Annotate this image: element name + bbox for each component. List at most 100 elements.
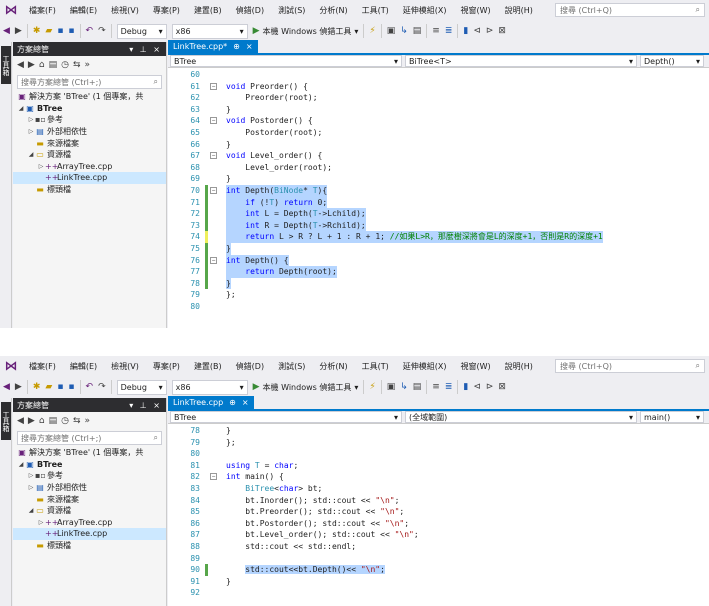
code-line[interactable]: 92 — [168, 587, 709, 599]
open-folder-icon[interactable]: ▰ — [45, 382, 52, 392]
solution-explorer-search[interactable]: 搜尋方案總管 (Ctrl+;) ⌕ — [17, 75, 162, 89]
menu-build[interactable]: 建置(B) — [187, 5, 229, 16]
tree-item-solution[interactable]: ▣ 解決方案 'BTree' (1 個專案，共 — [13, 447, 166, 459]
code-line[interactable]: 74 return L > R ? L + 1 : R + 1; //如果L>R… — [168, 231, 709, 243]
code-line[interactable]: 85 bt.Preorder(); std::cout << "\n"; — [168, 506, 709, 518]
code-line[interactable]: 84 bt.Inorder(); std::cout << "\n"; — [168, 495, 709, 507]
code-line[interactable]: 80 — [168, 448, 709, 460]
code-line[interactable]: 79}; — [168, 437, 709, 449]
tree-item-references[interactable]: ▷ ▪▫ 參考 — [13, 470, 166, 482]
menu-edit[interactable]: 編輯(E) — [63, 361, 104, 372]
chevron-right-icon[interactable]: ▷ — [27, 128, 35, 135]
code-line[interactable]: 78} — [168, 425, 709, 437]
solution-explorer-search[interactable]: 搜尋方案總管 (Ctrl+;) ⌕ — [17, 431, 162, 445]
code-line[interactable]: 62 Preorder(root); — [168, 92, 709, 104]
tree-item-linktree[interactable]: ++ LinkTree.cpp — [13, 528, 166, 540]
document-tab[interactable]: LinkTree.cpp ⊕ × — [168, 396, 254, 409]
new-project-icon[interactable]: ✱ — [33, 26, 41, 36]
menu-test[interactable]: 測試(S) — [271, 5, 312, 16]
clear-bookmarks-icon[interactable]: ⊠ — [498, 382, 506, 392]
tree-item-source-files[interactable]: ▬ 來源檔案 — [13, 493, 166, 505]
undo-icon[interactable]: ↶ — [86, 382, 94, 392]
prev-bookmark-icon[interactable]: ⊲ — [473, 26, 481, 36]
menu-help[interactable]: 說明(H) — [498, 5, 540, 16]
code-line[interactable]: 69} — [168, 173, 709, 185]
undo-icon[interactable]: ↶ — [86, 26, 94, 36]
redo-icon[interactable]: ↷ — [98, 26, 106, 36]
back-icon[interactable]: ◀ — [3, 382, 10, 392]
code-line[interactable]: 87 bt.Level_order(); std::cout << "\n"; — [168, 529, 709, 541]
menu-extensions[interactable]: 延伸模組(X) — [396, 361, 454, 372]
menu-analyze[interactable]: 分析(N) — [312, 5, 354, 16]
tree-item-linktree[interactable]: ++ LinkTree.cpp — [13, 172, 166, 184]
code-line[interactable]: 60 — [168, 69, 709, 81]
code-line[interactable]: 67 − void Level_order() { — [168, 150, 709, 162]
hot-reload-icon[interactable]: ⚡ — [369, 382, 375, 392]
menu-project[interactable]: 專案(P) — [146, 361, 187, 372]
tree-item-solution[interactable]: ▣ 解決方案 'BTree' (1 個專案，共 — [13, 91, 166, 103]
menu-window[interactable]: 視窗(W) — [454, 361, 498, 372]
configuration-select[interactable]: Debug ▾ — [116, 379, 167, 395]
prev-bookmark-icon[interactable]: ⊲ — [473, 382, 481, 392]
menu-analyze[interactable]: 分析(N) — [312, 361, 354, 372]
code-line[interactable]: 89 — [168, 553, 709, 565]
step-icon[interactable]: ↳ — [400, 26, 408, 36]
uncomment-icon[interactable]: ≣ — [445, 382, 453, 392]
pane-controls[interactable]: ▾ ⊥ × — [129, 401, 162, 410]
code-line[interactable]: 91} — [168, 576, 709, 588]
tree-item-external-dependencies[interactable]: ▷ ▤ 外部相依性 — [13, 482, 166, 494]
code-line[interactable]: 88 std::cout << std::endl; — [168, 541, 709, 553]
tree-item-resource-files[interactable]: ◢ ▭ 資源檔 — [13, 505, 166, 517]
visual-studio-logo-icon[interactable]: ⋈ — [0, 356, 22, 376]
bookmark-icon[interactable]: ▮ — [463, 26, 468, 36]
sync-icon[interactable]: ⇆ — [73, 416, 81, 426]
more-icon[interactable]: » — [84, 60, 90, 70]
code-line[interactable]: 73 int R = Depth(T->Rchild); — [168, 219, 709, 232]
code-line[interactable]: 72 int L = Depth(T->Lchild); — [168, 208, 709, 220]
chevron-down-icon[interactable]: ◢ — [17, 105, 25, 112]
code-line[interactable]: 65 Postorder(root); — [168, 127, 709, 139]
comment-icon[interactable]: ≡ — [432, 382, 440, 392]
menu-edit[interactable]: 編輯(E) — [63, 5, 104, 16]
collapse-icon[interactable]: − — [210, 82, 217, 90]
code-line[interactable]: 81 using T = char; — [168, 460, 709, 472]
start-debugging-button[interactable]: ▶ 本機 Windows 偵錯工具 ▾ — [253, 382, 359, 393]
save-all-icon[interactable]: ▪ — [68, 382, 74, 392]
chevron-down-icon[interactable]: ◢ — [27, 151, 35, 158]
clear-bookmarks-icon[interactable]: ⊠ — [498, 26, 506, 36]
camera-icon[interactable]: ▣ — [387, 382, 396, 392]
hot-reload-icon[interactable]: ⚡ — [369, 26, 375, 36]
class-scope-select[interactable]: BiTree<T> ▾ — [405, 55, 637, 67]
member-select[interactable]: main() ▾ — [640, 411, 704, 423]
switch-views-icon[interactable]: ▤ — [49, 60, 58, 70]
configuration-select[interactable]: Debug ▾ — [116, 23, 167, 39]
tree-item-resource-files[interactable]: ◢ ▭ 資源檔 — [13, 149, 166, 161]
collapse-icon[interactable]: − — [210, 473, 217, 481]
menu-project[interactable]: 專案(P) — [146, 5, 187, 16]
home-icon[interactable]: ⌂ — [39, 60, 45, 70]
chevron-down-icon[interactable]: ◢ — [17, 461, 25, 468]
quick-launch-search[interactable]: 搜尋 (Ctrl+Q) ⌕ — [555, 3, 705, 17]
code-line[interactable]: 66} — [168, 139, 709, 151]
tree-item-project[interactable]: ◢ ▣ BTree — [13, 459, 166, 471]
tree-item-project[interactable]: ◢ ▣ BTree — [13, 103, 166, 115]
forward-icon[interactable]: ▶ — [15, 382, 22, 392]
chevron-right-icon[interactable]: ▷ — [37, 163, 45, 170]
step-icon[interactable]: ↳ — [400, 382, 408, 392]
back-icon[interactable]: ◀ — [17, 416, 24, 426]
start-debugging-button[interactable]: ▶ 本機 Windows 偵錯工具 ▾ — [253, 26, 359, 37]
switch-views-icon[interactable]: ▤ — [49, 416, 58, 426]
class-scope-select[interactable]: (全域範圍) ▾ — [405, 411, 637, 423]
bookmark-icon[interactable]: ▮ — [463, 382, 468, 392]
code-line[interactable]: 78} — [168, 277, 709, 290]
save-icon[interactable]: ▪ — [57, 26, 63, 36]
new-project-icon[interactable]: ✱ — [33, 382, 41, 392]
menu-view[interactable]: 檢視(V) — [104, 361, 146, 372]
tree-item-source-files[interactable]: ▬ 來源檔案 — [13, 137, 166, 149]
camera-icon[interactable]: ▣ — [387, 26, 396, 36]
document-tab[interactable]: LinkTree.cpp* ⊕ × — [168, 40, 258, 53]
code-line[interactable]: 70 − int Depth(BiNode* T){ — [168, 185, 709, 197]
code-line[interactable]: 82 − int main() { — [168, 471, 709, 483]
menu-build[interactable]: 建置(B) — [187, 361, 229, 372]
menu-help[interactable]: 說明(H) — [498, 361, 540, 372]
